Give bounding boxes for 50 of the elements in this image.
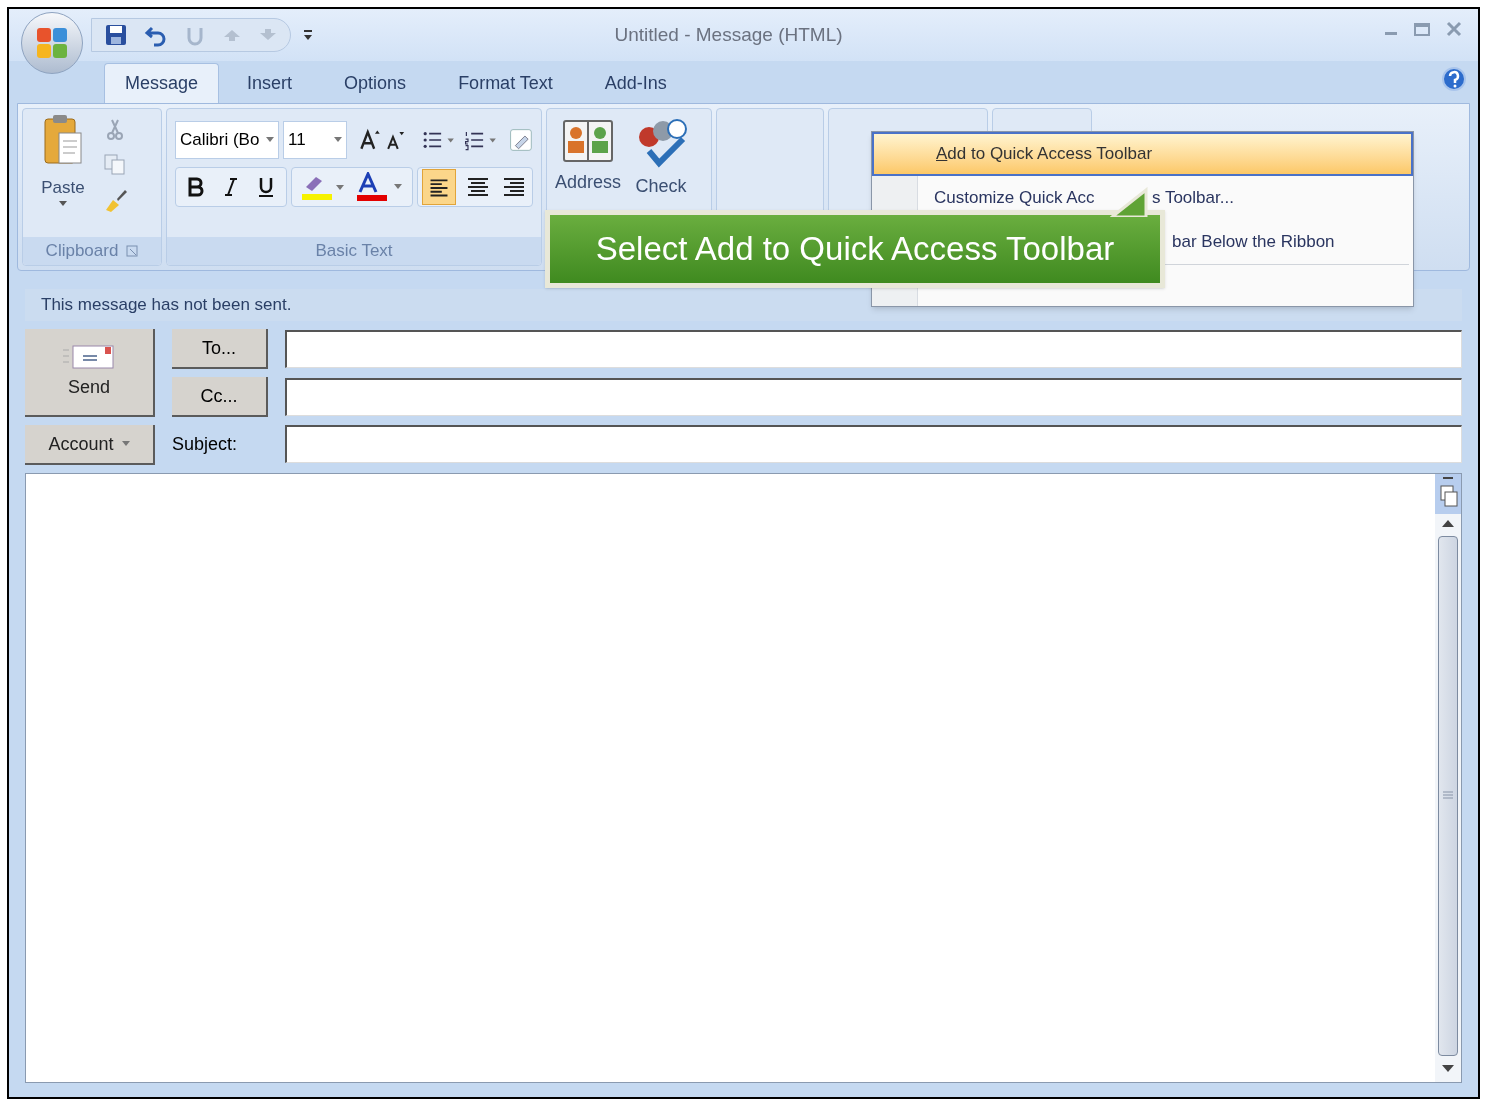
- check-names-button[interactable]: Check: [633, 117, 690, 200]
- group-label: Basic Text: [315, 240, 393, 263]
- dropdown-arrow-icon: [266, 137, 274, 143]
- dropdown-arrow-icon: [334, 137, 343, 143]
- paste-button[interactable]: Paste: [31, 113, 95, 237]
- menu-item-text[interactable]: s Toolbar...: [1152, 185, 1234, 211]
- ribbon-tab[interactable]: Insert: [223, 63, 317, 103]
- grip-icon: [1442, 791, 1454, 801]
- to-button[interactable]: To...: [172, 329, 268, 369]
- customize-toolbar-icon[interactable]: [303, 29, 313, 41]
- ribbon-tab[interactable]: Format Text: [434, 63, 577, 103]
- send-button[interactable]: Send: [25, 329, 155, 417]
- font-color-icon[interactable]: [356, 172, 404, 202]
- ribbon-tab[interactable]: Message: [104, 63, 220, 103]
- menu-item[interactable]: Add to Quick Access Toolbar: [872, 132, 1413, 176]
- to-field[interactable]: [285, 330, 1462, 368]
- menu-item-text[interactable]: bar Below the Ribbon: [1172, 229, 1335, 255]
- dropdown-arrow-icon: [121, 441, 130, 447]
- scroll-up-icon[interactable]: [1441, 518, 1455, 528]
- save-icon[interactable]: [104, 23, 128, 47]
- cc-field[interactable]: [285, 378, 1462, 416]
- ribbon-tab[interactable]: Add-Ins: [580, 63, 691, 103]
- cc-button[interactable]: Cc...: [172, 377, 268, 417]
- help-icon[interactable]: [1442, 67, 1466, 91]
- subject-label: Subject:: [172, 432, 239, 456]
- scrollbar[interactable]: [1435, 474, 1461, 1082]
- office-logo-icon: [35, 26, 69, 60]
- address-book-icon: [560, 117, 616, 165]
- subject-field[interactable]: [285, 425, 1462, 463]
- account-button[interactable]: Account: [25, 425, 155, 465]
- dropdown-arrow-icon: [59, 200, 67, 207]
- italic-icon[interactable]: [224, 177, 238, 197]
- callout: Select Add to Quick Access Toolbar: [545, 210, 1165, 288]
- window-title: Untitled - Message (HTML): [614, 22, 843, 47]
- envelope-icon: [61, 343, 117, 370]
- group-label: Clipboard: [45, 240, 119, 263]
- ribbon-tab[interactable]: Options: [320, 63, 431, 103]
- paintbrush-icon[interactable]: [103, 187, 129, 213]
- callout-pointer: [1110, 187, 1150, 217]
- info-bar-message: This message has not been sent.: [41, 294, 292, 317]
- underline-icon[interactable]: [258, 176, 274, 198]
- ruler-icon[interactable]: [1435, 474, 1461, 514]
- align-left-icon[interactable]: [422, 169, 456, 205]
- font-name-dropdown[interactable]: Calibri (Bo: [175, 121, 279, 159]
- scroll-down-icon[interactable]: [1441, 1064, 1455, 1074]
- font-size-dropdown[interactable]: 11: [283, 121, 348, 159]
- scrollbar-thumb[interactable]: [1438, 536, 1458, 1056]
- address-book-button[interactable]: Address: [555, 117, 622, 196]
- message-body-field[interactable]: [25, 473, 1462, 1083]
- bold-icon[interactable]: [188, 177, 204, 197]
